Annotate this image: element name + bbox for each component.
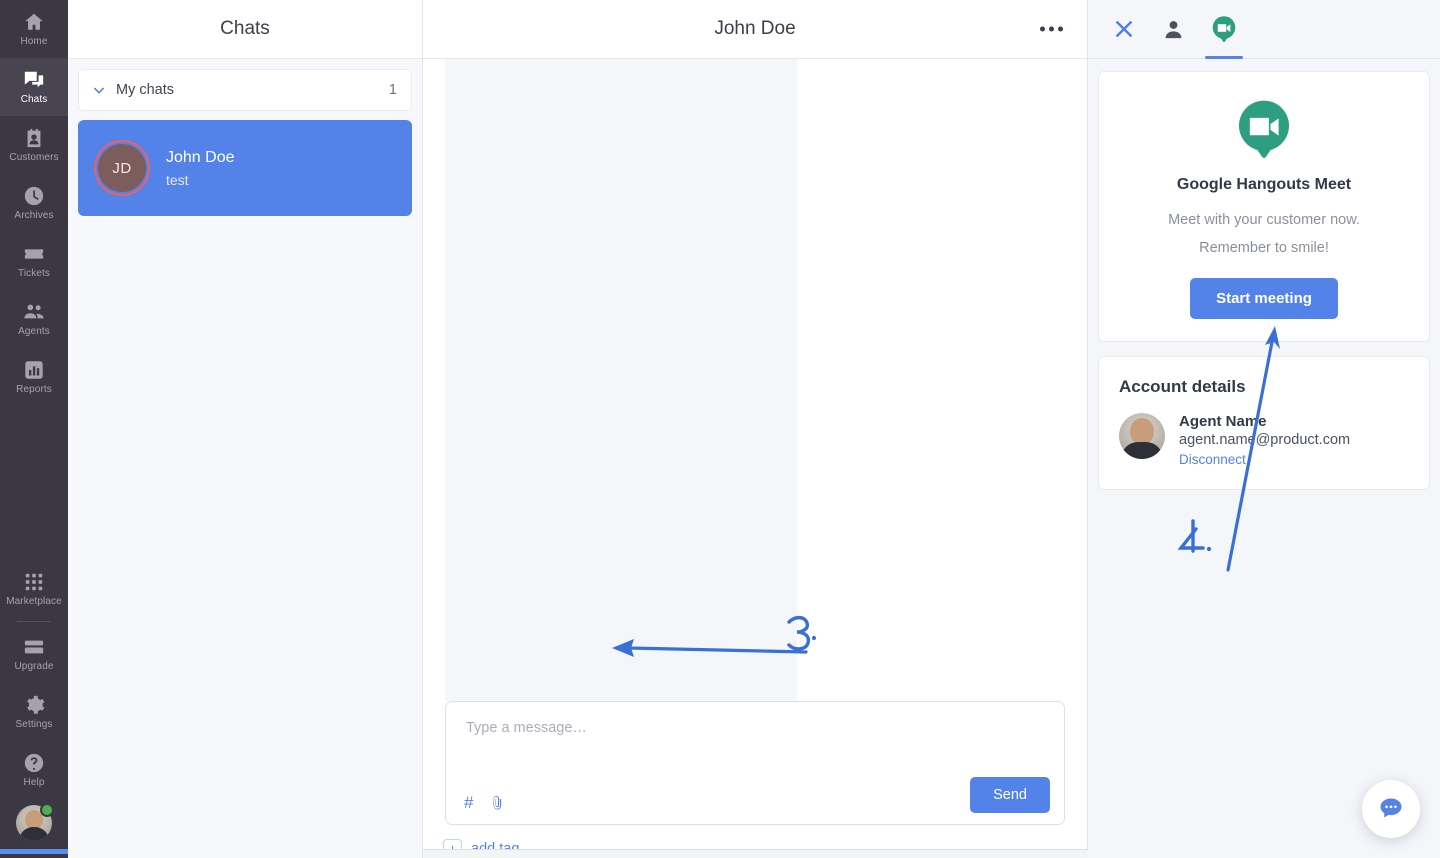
close-icon	[1115, 20, 1133, 38]
upgrade-icon	[23, 636, 45, 658]
conversation-panel: John Doe products? John Doe JD Hi! I hav…	[423, 0, 1088, 858]
nav-label-customers: Customers	[9, 152, 59, 163]
composer-tools: #	[464, 794, 505, 811]
nav-label-settings: Settings	[15, 719, 53, 730]
nav-label-chats: Chats	[20, 94, 48, 105]
chat-group-label: My chats	[116, 82, 175, 98]
nav-label-tickets: Tickets	[18, 268, 50, 279]
nav-label-reports: Reports	[16, 384, 52, 395]
nav-item-settings[interactable]: Settings	[0, 683, 68, 741]
chat-bubble-icon	[1380, 798, 1402, 818]
chat-group-my-chats[interactable]: My chats 1	[78, 69, 412, 111]
nav-label-help: Help	[23, 777, 45, 788]
chat-list-panel: Chats My chats 1 JD John Doe test	[68, 0, 423, 858]
nav-label-marketplace: Marketplace	[6, 596, 62, 607]
composer-wrapper: Type a message… # Send	[423, 701, 1087, 825]
reports-icon	[23, 359, 45, 381]
account-avatar	[1119, 413, 1165, 459]
hangouts-meet-line1: Meet with your customer now.	[1168, 212, 1360, 228]
chat-item-avatar: JD	[94, 140, 150, 196]
conversation-header: John Doe	[423, 0, 1087, 59]
details-panel: Google Hangouts Meet Meet with your cust…	[1088, 0, 1440, 858]
person-icon	[1165, 20, 1182, 38]
account-row: Agent Name agent.name@product.com Discon…	[1119, 413, 1409, 467]
message-row: products?	[423, 59, 1087, 701]
nav-item-tickets[interactable]: Tickets	[0, 232, 68, 290]
close-panel-button[interactable]	[1112, 0, 1136, 59]
more-options-icon[interactable]	[1034, 21, 1069, 38]
customers-icon	[23, 127, 45, 149]
rail-divider	[17, 621, 51, 622]
tab-customer-profile[interactable]	[1162, 0, 1185, 59]
help-icon	[23, 752, 45, 774]
nav-item-agents[interactable]: Agents	[0, 290, 68, 348]
hangouts-meet-logo-icon	[1233, 98, 1295, 160]
chat-item-name: John Doe	[166, 148, 235, 166]
details-panel-body: Google Hangouts Meet Meet with your cust…	[1088, 59, 1440, 490]
chat-item-preview: test	[166, 171, 189, 188]
active-tab-underline	[1205, 55, 1243, 59]
message-input-placeholder[interactable]: Type a message…	[466, 720, 1044, 736]
send-button[interactable]: Send	[970, 777, 1050, 813]
nav-item-marketplace[interactable]: Marketplace	[0, 560, 68, 618]
nav-item-reports[interactable]: Reports	[0, 348, 68, 406]
hashtag-icon[interactable]: #	[464, 794, 473, 811]
nav-item-chats[interactable]: Chats	[0, 58, 68, 116]
home-icon	[23, 11, 45, 33]
marketplace-icon	[23, 571, 45, 593]
start-meeting-button[interactable]: Start meeting	[1190, 278, 1338, 319]
chat-group-count: 1	[388, 82, 397, 98]
nav-item-archives[interactable]: Archives	[0, 174, 68, 232]
message-line-agent: products?	[445, 59, 797, 701]
hangouts-meet-card: Google Hangouts Meet Meet with your cust…	[1098, 71, 1430, 342]
avatar-initials: JD	[98, 144, 146, 192]
primary-nav-rail: Home Chats Customers Archives Tickets Ag…	[0, 0, 68, 858]
disconnect-link[interactable]: Disconnect	[1179, 452, 1350, 467]
rail-top-group: Home Chats Customers Archives Tickets Ag…	[0, 0, 68, 406]
account-details-title: Account details	[1119, 377, 1246, 396]
app-root: Home Chats Customers Archives Tickets Ag…	[0, 0, 1440, 858]
account-info: Agent Name agent.name@product.com Discon…	[1179, 413, 1350, 467]
details-panel-tabs	[1088, 0, 1440, 59]
account-name: Agent Name	[1179, 413, 1267, 430]
message-composer[interactable]: Type a message… # Send	[445, 701, 1065, 825]
hangouts-meet-icon	[1212, 16, 1236, 43]
hangouts-meet-title: Google Hangouts Meet	[1176, 176, 1352, 193]
message-thread[interactable]: products? John Doe JD Hi! I have a probl…	[423, 59, 1087, 701]
chat-list-body: My chats 1 JD John Doe test	[68, 59, 422, 216]
archives-icon	[23, 185, 45, 207]
attachment-icon[interactable]	[489, 795, 505, 811]
nav-item-customers[interactable]: Customers	[0, 116, 68, 174]
tickets-icon	[23, 243, 45, 265]
chevron-down-icon	[91, 82, 107, 98]
gear-icon	[23, 694, 45, 716]
nav-label-home: Home	[20, 36, 48, 47]
list-item[interactable]: JD John Doe test	[78, 120, 412, 216]
chat-list-header: Chats	[68, 0, 422, 59]
chat-list-title: Chats	[220, 18, 270, 39]
status-indicator-online	[40, 803, 54, 817]
nav-label-upgrade: Upgrade	[14, 661, 54, 672]
conversation-title: John Doe	[714, 18, 796, 39]
chats-icon	[23, 69, 45, 91]
bottom-edge-strip	[423, 849, 1088, 858]
avatar[interactable]	[16, 803, 54, 841]
chat-item-meta: John Doe test	[166, 149, 235, 188]
nav-label-archives: Archives	[14, 210, 54, 221]
tab-hangouts-meet[interactable]	[1205, 0, 1243, 59]
rail-accent-strip	[0, 849, 68, 854]
nav-item-help[interactable]: Help	[0, 741, 68, 799]
account-email: agent.name@product.com	[1179, 432, 1351, 448]
nav-item-upgrade[interactable]: Upgrade	[0, 625, 68, 683]
hangouts-meet-line2: Remember to smile!	[1199, 240, 1329, 256]
nav-item-home[interactable]: Home	[0, 0, 68, 58]
nav-label-agents: Agents	[18, 326, 50, 337]
rail-bottom-group: Marketplace Upgrade Settings Help	[0, 560, 68, 858]
chat-widget-button[interactable]	[1362, 780, 1420, 838]
account-details-card: Account details Agent Name agent.name@pr…	[1098, 356, 1430, 490]
agents-icon	[23, 301, 45, 323]
